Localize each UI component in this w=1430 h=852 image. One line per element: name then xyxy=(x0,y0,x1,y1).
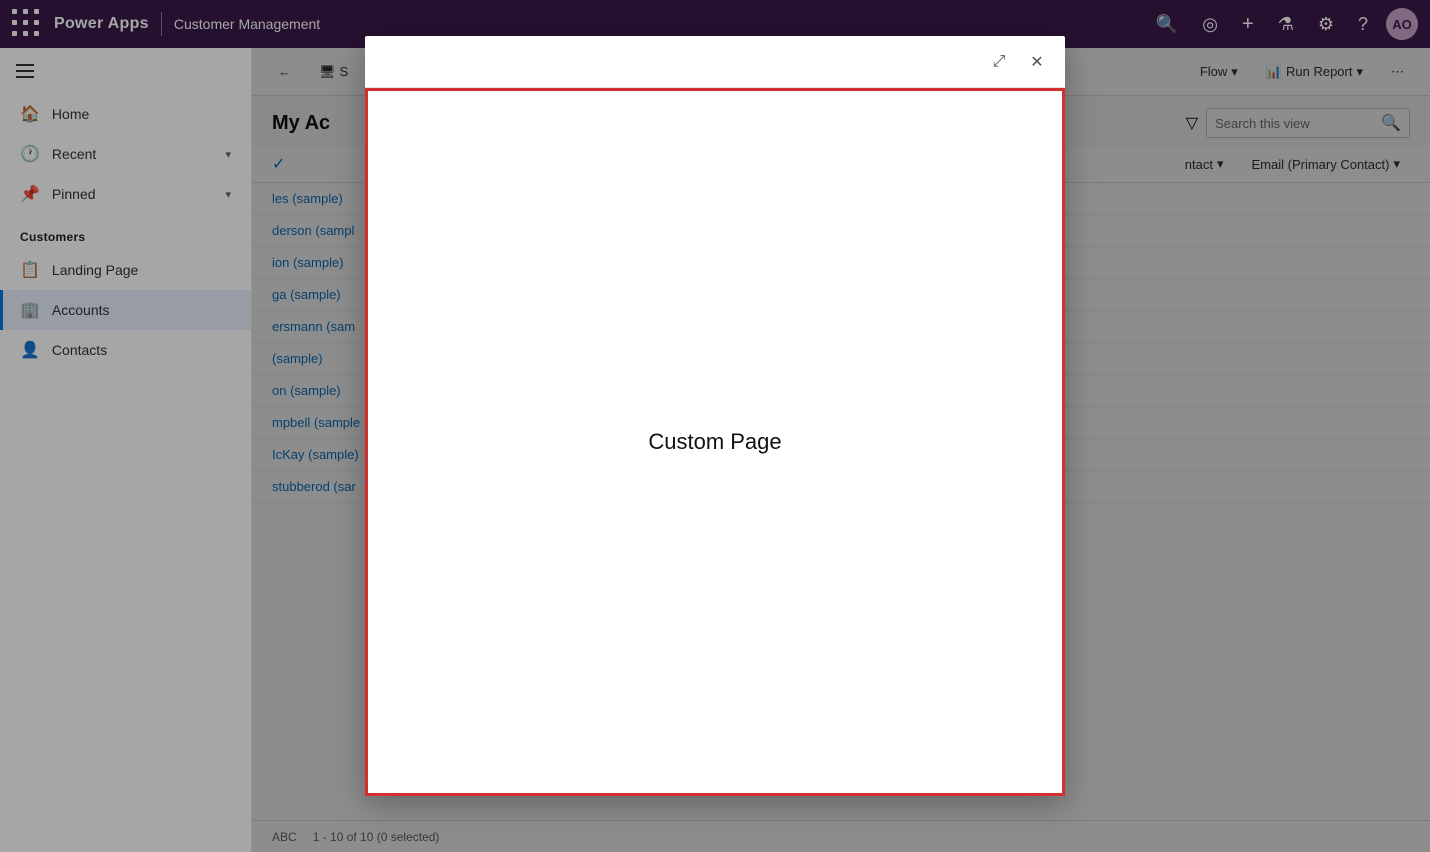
custom-page-text: Custom Page xyxy=(648,429,781,455)
close-button[interactable]: ✕ xyxy=(1021,46,1053,78)
close-icon: ✕ xyxy=(1030,52,1043,72)
expand-button[interactable]: ⤢ xyxy=(983,46,1015,78)
modal-header: ⤢ ✕ xyxy=(365,36,1065,88)
expand-icon: ⤢ xyxy=(993,53,1006,71)
modal-overlay[interactable]: ⤢ ✕ Custom Page xyxy=(0,0,1430,852)
modal-dialog: ⤢ ✕ Custom Page xyxy=(365,36,1065,796)
modal-content: Custom Page xyxy=(365,88,1065,796)
